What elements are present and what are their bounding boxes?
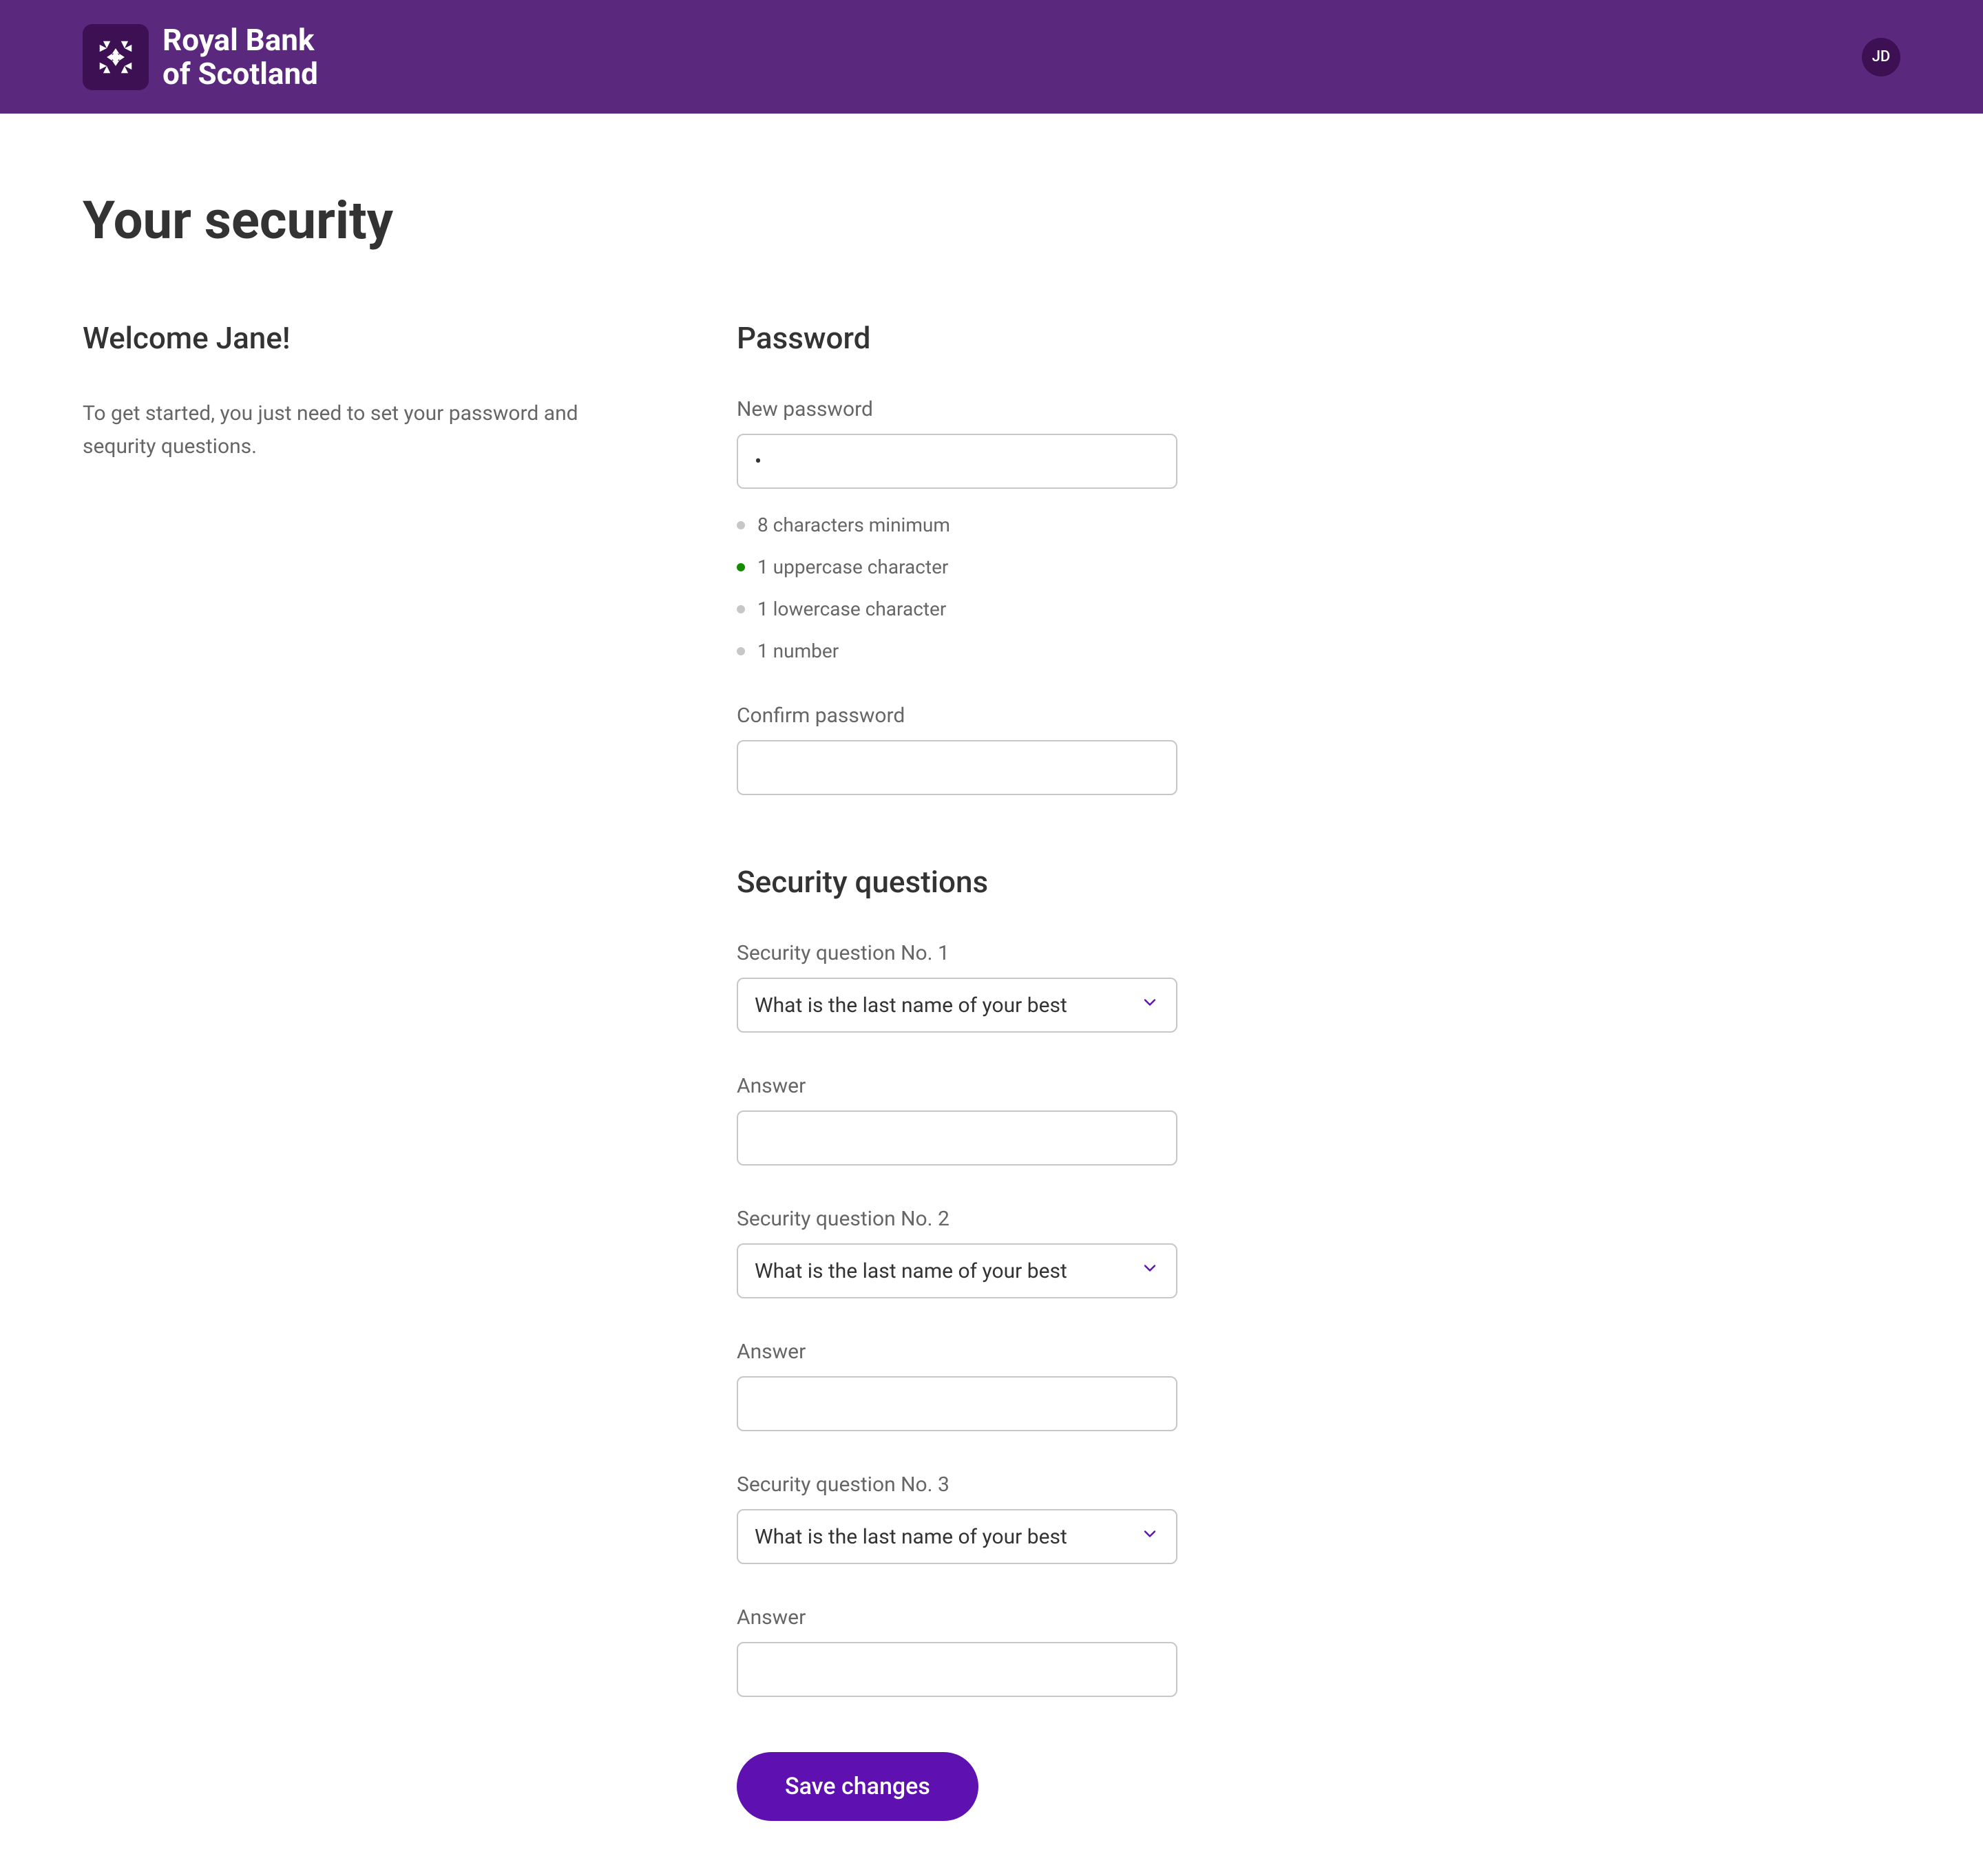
form-column: Password New password 8 characters minim…: [737, 320, 1177, 1821]
security-question-2-selected: What is the last name of your best: [755, 1259, 1067, 1283]
security-question-3-label: Security question No. 3: [737, 1473, 1177, 1497]
rule-text: 1 number: [757, 640, 839, 662]
security-question-1-selected: What is the last name of your best: [755, 993, 1067, 1018]
brand-name-line1: Royal Bank: [162, 23, 318, 56]
rule-status-dot-icon: [737, 521, 745, 529]
password-heading: Password: [737, 320, 1177, 356]
brand-logo-icon: [83, 24, 149, 90]
confirm-password-input[interactable]: [737, 740, 1177, 795]
security-question-3-selected: What is the last name of your best: [755, 1525, 1067, 1549]
security-answer-3-label: Answer: [737, 1605, 1177, 1630]
new-password-input[interactable]: [737, 434, 1177, 489]
rule-status-dot-icon: [737, 563, 745, 571]
content: Your security Welcome Jane! To get start…: [0, 114, 1983, 1876]
security-question-3-group: Security question No. 3 What is the last…: [737, 1473, 1177, 1564]
security-question-1-group: Security question No. 1 What is the last…: [737, 941, 1177, 1033]
rule-text: 1 lowercase character: [757, 598, 946, 620]
brand: Royal Bank of Scotland: [83, 23, 318, 90]
security-question-1-select[interactable]: What is the last name of your best: [737, 978, 1177, 1033]
security-answer-1-input[interactable]: [737, 1110, 1177, 1166]
avatar[interactable]: JD: [1862, 38, 1900, 76]
app-header: Royal Bank of Scotland JD: [0, 0, 1983, 114]
security-answer-1-group: Answer: [737, 1074, 1177, 1166]
intro-column: Welcome Jane! To get started, you just n…: [83, 320, 599, 1821]
security-answer-2-group: Answer: [737, 1340, 1177, 1431]
security-question-2-group: Security question No. 2 What is the last…: [737, 1207, 1177, 1298]
save-button[interactable]: Save changes: [737, 1752, 978, 1821]
security-answer-2-label: Answer: [737, 1340, 1177, 1364]
brand-name-line2: of Scotland: [162, 57, 318, 90]
security-question-1-label: Security question No. 1: [737, 941, 1177, 965]
page-title: Your security: [83, 189, 1900, 251]
password-rules: 8 characters minimum 1 uppercase charact…: [737, 514, 1177, 662]
rule-status-dot-icon: [737, 605, 745, 613]
security-question-2-label: Security question No. 2: [737, 1207, 1177, 1231]
confirm-password-label: Confirm password: [737, 704, 1177, 728]
new-password-group: New password: [737, 397, 1177, 489]
intro-text: To get started, you just need to set you…: [83, 397, 599, 463]
security-question-3-select[interactable]: What is the last name of your best: [737, 1509, 1177, 1564]
new-password-label: New password: [737, 397, 1177, 421]
rule-text: 1 uppercase character: [757, 556, 948, 578]
columns: Welcome Jane! To get started, you just n…: [83, 320, 1900, 1821]
security-questions-heading: Security questions: [737, 864, 1177, 900]
chevron-down-icon: [1140, 1524, 1160, 1549]
password-rule: 8 characters minimum: [737, 514, 1177, 536]
chevron-down-icon: [1140, 1258, 1160, 1283]
password-rule: 1 number: [737, 640, 1177, 662]
security-answer-3-group: Answer: [737, 1605, 1177, 1697]
welcome-heading: Welcome Jane!: [83, 320, 599, 356]
rule-text: 8 characters minimum: [757, 514, 950, 536]
chevron-down-icon: [1140, 993, 1160, 1018]
confirm-password-group: Confirm password: [737, 704, 1177, 795]
avatar-initials: JD: [1872, 48, 1891, 65]
security-answer-3-input[interactable]: [737, 1642, 1177, 1697]
password-rule: 1 uppercase character: [737, 556, 1177, 578]
security-question-2-select[interactable]: What is the last name of your best: [737, 1243, 1177, 1298]
password-rule: 1 lowercase character: [737, 598, 1177, 620]
security-answer-1-label: Answer: [737, 1074, 1177, 1098]
security-answer-2-input[interactable]: [737, 1376, 1177, 1431]
rule-status-dot-icon: [737, 647, 745, 655]
brand-name: Royal Bank of Scotland: [162, 23, 318, 90]
